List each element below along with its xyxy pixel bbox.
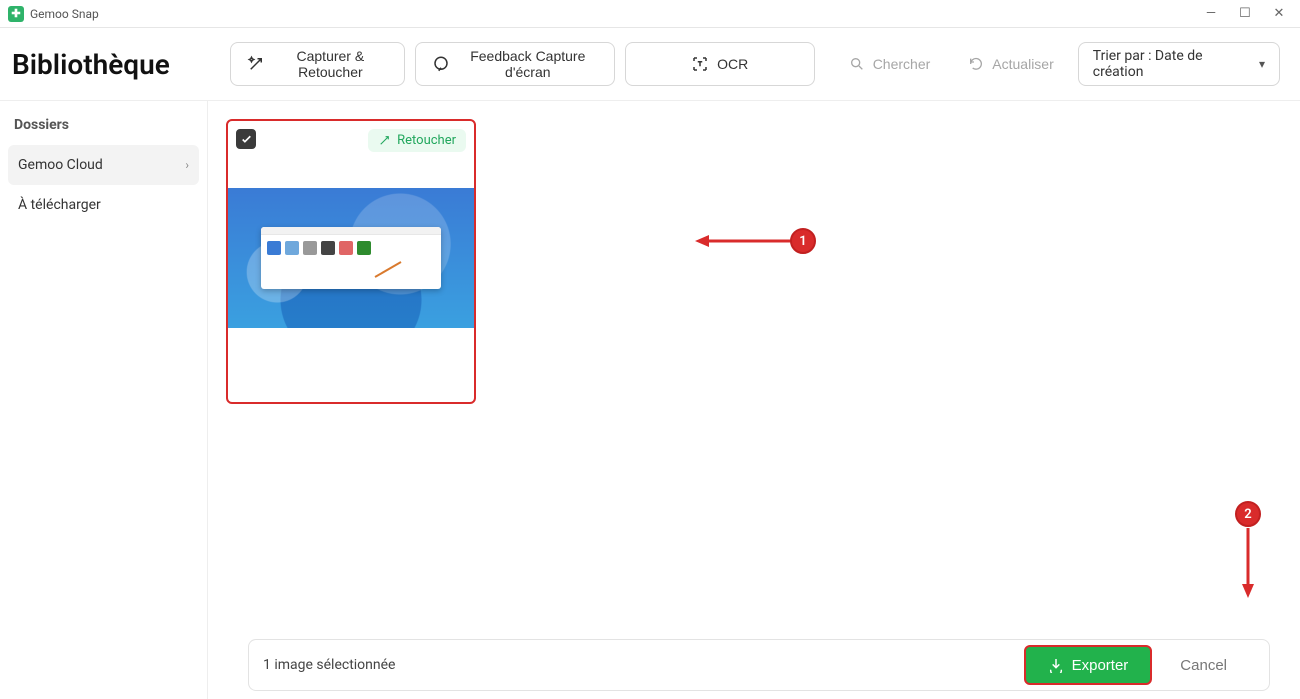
cancel-button[interactable]: Cancel (1152, 645, 1255, 685)
header-toolbar: Bibliothèque Capturer & Retoucher Feedba… (0, 28, 1300, 101)
maximize-button[interactable]: ☐ (1232, 6, 1258, 21)
export-button[interactable]: Exporter (1024, 645, 1153, 685)
sort-label: Trier par : Date de création (1093, 48, 1231, 80)
annotation-badge-1: 1 (790, 228, 816, 254)
close-button[interactable]: ✕ (1266, 6, 1292, 21)
refresh-label: Actualiser (992, 56, 1053, 72)
magic-wand-icon (247, 55, 265, 73)
speech-bubble-icon (432, 55, 450, 73)
window-controls: — ☐ ✕ (1198, 6, 1292, 21)
capture-retouch-label: Capturer & Retoucher (273, 48, 388, 80)
refresh-button[interactable]: Actualiser (954, 42, 1067, 86)
titlebar: ✚ Gemoo Snap — ☐ ✕ (0, 0, 1300, 28)
annotation-arrow-1 (695, 235, 795, 247)
download-icon (1048, 657, 1064, 673)
chevron-down-icon: ▾ (1259, 57, 1265, 71)
selection-status: 1 image sélectionnée (263, 657, 395, 673)
ocr-label: OCR (717, 56, 748, 72)
sort-select[interactable]: Trier par : Date de création ▾ (1078, 42, 1280, 86)
sidebar-heading: Dossiers (8, 117, 199, 145)
retouch-badge-button[interactable]: Retoucher (368, 129, 466, 152)
chevron-right-icon: › (185, 158, 189, 172)
app-logo-icon: ✚ (8, 6, 24, 22)
export-label: Exporter (1072, 657, 1129, 674)
sidebar-item-label: À télécharger (18, 197, 101, 213)
refresh-icon (968, 56, 984, 72)
search-placeholder: Chercher (873, 56, 931, 72)
retouch-label: Retoucher (397, 133, 456, 148)
thumbnail-preview (228, 188, 474, 328)
feedback-capture-button[interactable]: Feedback Capture d'écran (415, 42, 615, 86)
capture-retouch-button[interactable]: Capturer & Retoucher (230, 42, 405, 86)
thumbnail-checkbox[interactable] (236, 129, 256, 149)
page-title: Bibliothèque (12, 48, 170, 81)
annotation-badge-2: 2 (1235, 501, 1261, 527)
feedback-capture-label: Feedback Capture d'écran (458, 48, 598, 80)
selection-footer: 1 image sélectionnée Exporter Cancel (248, 639, 1270, 691)
annotation-arrow-2 (1242, 528, 1254, 598)
cancel-label: Cancel (1180, 657, 1227, 674)
sidebar-item-label: Gemoo Cloud (18, 157, 103, 173)
ocr-button[interactable]: OCR (625, 42, 815, 86)
minimize-button[interactable]: — (1198, 6, 1224, 21)
body: Dossiers Gemoo Cloud › À télécharger Ret… (0, 101, 1300, 699)
sidebar-item-gemoo-cloud[interactable]: Gemoo Cloud › (8, 145, 199, 185)
screenshot-thumbnail[interactable]: Retoucher (226, 119, 476, 404)
search-button[interactable]: Chercher (835, 42, 945, 86)
window-title: Gemoo Snap (30, 7, 99, 21)
sidebar: Dossiers Gemoo Cloud › À télécharger (0, 101, 208, 699)
search-icon (849, 56, 865, 72)
main-area: Retoucher 1 2 (208, 101, 1300, 699)
edit-icon (378, 134, 391, 147)
ocr-icon (691, 55, 709, 73)
sidebar-item-downloads[interactable]: À télécharger (8, 185, 199, 225)
